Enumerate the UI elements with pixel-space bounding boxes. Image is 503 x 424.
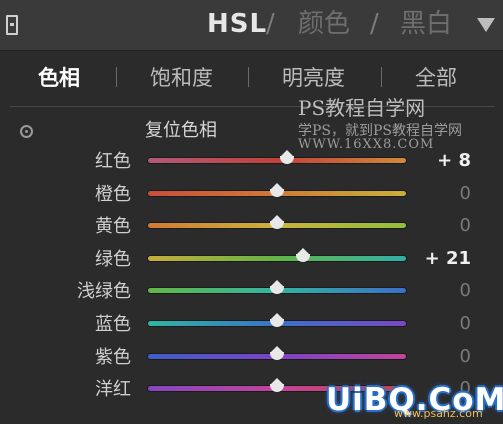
tab-hue[interactable]: 色相 (38, 65, 80, 91)
site-logo-url: www.psahz.com (394, 407, 483, 420)
slider-label: 黄色 (95, 216, 131, 238)
tab-luminance[interactable]: 明亮度 (282, 65, 345, 91)
tab-divider (248, 67, 249, 87)
slider-label: 洋红 (95, 379, 131, 401)
slider-track[interactable] (148, 158, 406, 163)
tab-divider (116, 67, 117, 87)
header-separator: / (266, 9, 275, 39)
slider-row: 紫色 0 (0, 344, 503, 376)
slider-thumb[interactable] (280, 150, 295, 166)
slider-thumb[interactable] (270, 280, 284, 296)
hsl-mode-link[interactable]: HSL (207, 8, 267, 40)
slider-thumb[interactable] (270, 182, 284, 199)
slider-thumb[interactable] (270, 345, 284, 362)
slider-value[interactable]: 0 (460, 215, 471, 237)
slider-value[interactable]: + 8 (437, 150, 471, 172)
slider-row: 黄色 0 (0, 213, 503, 245)
slider-thumb[interactable] (270, 313, 284, 329)
slider-label: 绿色 (95, 248, 131, 270)
watermark-title: PS教程自学网 (298, 96, 426, 120)
slider-value[interactable]: 0 (460, 346, 471, 368)
slider-label: 紫色 (95, 346, 131, 368)
slider-row: 绿色 + 21 (0, 246, 503, 278)
slider-value[interactable]: 0 (460, 280, 471, 302)
slider-thumb[interactable] (270, 215, 284, 231)
color-mode-link[interactable]: 颜色 (298, 8, 350, 40)
slider-row: 蓝色 0 (0, 311, 503, 343)
slider-label: 蓝色 (95, 314, 131, 335)
panel-header: HSL / 颜色 / 黑白 (0, 0, 503, 51)
slider-row: 浅绿色 0 (0, 278, 503, 310)
expand-triangle-icon[interactable] (477, 18, 495, 32)
header-separator: / (370, 9, 379, 39)
tab-divider (381, 67, 382, 87)
tab-all[interactable]: 全部 (415, 65, 457, 91)
slider-track[interactable] (148, 255, 406, 261)
slider-value[interactable]: 0 (460, 313, 471, 335)
slider-thumb[interactable] (295, 247, 310, 264)
slider-value[interactable]: 0 (460, 183, 471, 205)
slider-label: 橙色 (95, 183, 131, 205)
targeted-adjustment-icon[interactable] (20, 125, 33, 138)
slider-label: 浅绿色 (77, 281, 131, 303)
slider-row: 橙色 0 (0, 181, 503, 213)
panel-collapse-icon[interactable] (6, 15, 18, 35)
slider-value[interactable]: + 21 (425, 248, 471, 270)
bw-mode-link[interactable]: 黑白 (400, 8, 452, 40)
hsl-tab-bar: 色相 饱和度 明亮度 全部 (0, 51, 503, 106)
reset-hue-button[interactable]: 复位色相 (145, 120, 217, 142)
tab-saturation[interactable]: 饱和度 (150, 65, 213, 91)
slider-thumb[interactable] (270, 378, 284, 394)
slider-row: 红色 + 8 (0, 148, 503, 180)
slider-label: 红色 (95, 151, 131, 172)
